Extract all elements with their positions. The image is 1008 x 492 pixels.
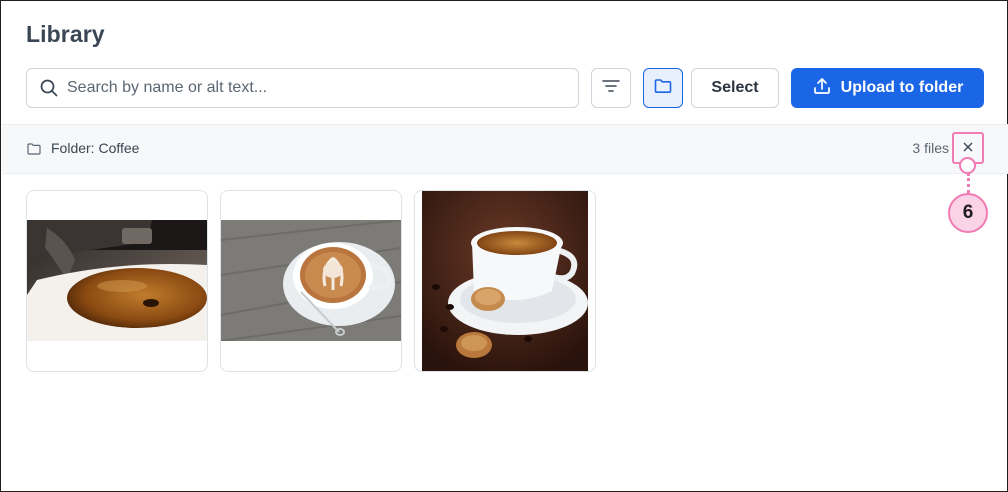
image-card[interactable]	[220, 190, 402, 372]
search-box[interactable]	[26, 68, 579, 108]
upload-icon	[812, 76, 832, 101]
upload-to-folder-button[interactable]: Upload to folder	[791, 68, 984, 108]
filter-icon	[602, 79, 620, 98]
folder-label: Folder: Coffee	[51, 140, 140, 156]
image-thumbnail	[27, 220, 207, 341]
callout-ring	[959, 157, 976, 174]
app-window: Library Select Upload to folder Folder: …	[0, 0, 1008, 492]
callout-badge: 6	[948, 193, 988, 233]
select-button[interactable]: Select	[691, 68, 779, 108]
page-title: Library	[26, 21, 105, 47]
search-icon	[39, 78, 59, 98]
folder-small-icon	[27, 142, 41, 155]
folder-view-button[interactable]	[643, 68, 683, 108]
image-card[interactable]	[414, 190, 596, 372]
callout-connector	[967, 173, 970, 193]
upload-button-label: Upload to folder	[840, 79, 964, 96]
folder-bar: Folder: Coffee 3 files	[2, 124, 1008, 174]
search-input[interactable]	[67, 79, 547, 97]
folder-icon	[654, 78, 672, 99]
image-card[interactable]	[26, 190, 208, 372]
file-count: 3 files	[912, 140, 949, 156]
filter-button[interactable]	[591, 68, 631, 108]
close-icon	[963, 139, 973, 157]
image-thumbnail	[422, 191, 588, 371]
image-thumbnail	[221, 220, 401, 341]
